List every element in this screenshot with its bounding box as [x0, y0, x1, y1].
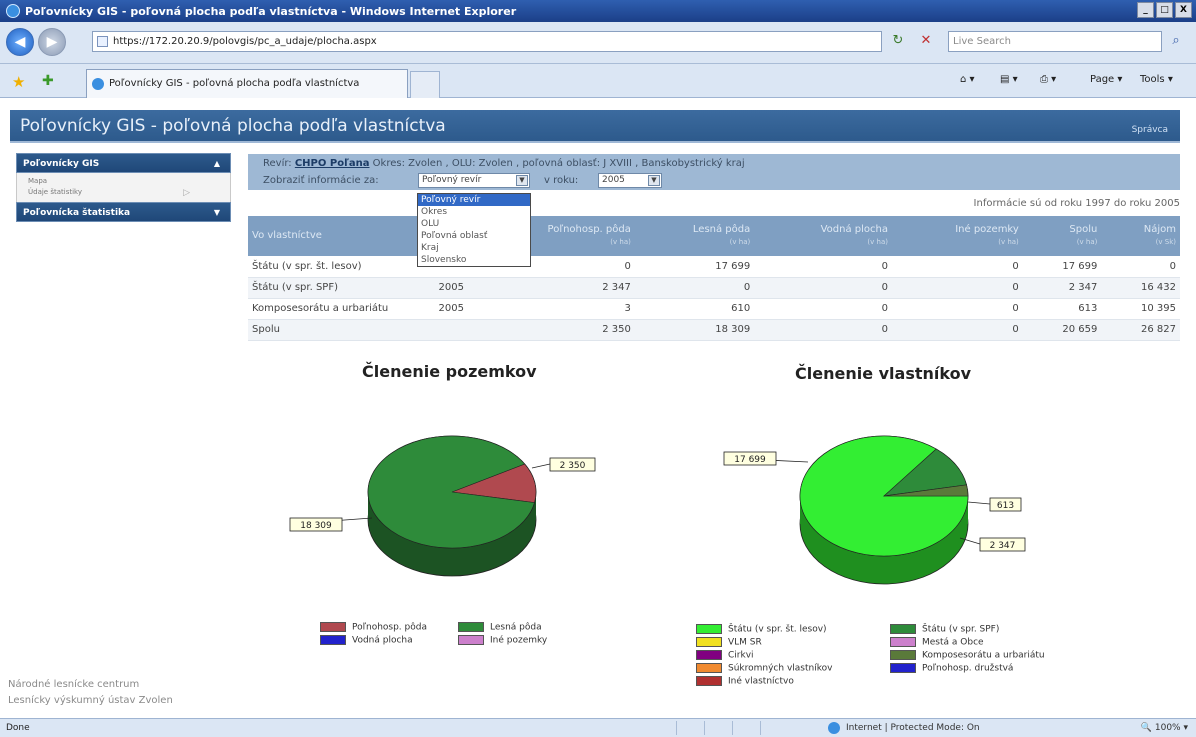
status-bar: Done Internet | Protected Mode: On 🔍 100…: [0, 718, 1196, 737]
legend-item: Vodná plocha: [320, 635, 413, 646]
status-segment: [732, 721, 758, 735]
legend-item: Iné pozemky: [458, 635, 547, 646]
url-text: https://172.20.20.9/polovgis/pc_a_udaje/…: [113, 36, 377, 47]
legend-swatch: [890, 650, 916, 660]
legend-item: VLM SR: [696, 637, 762, 648]
legend-label: Vodná plocha: [352, 635, 413, 646]
legend-item: Lesná pôda: [458, 622, 542, 633]
minimize-button[interactable]: _: [1137, 2, 1154, 18]
maximize-button[interactable]: □: [1156, 2, 1173, 18]
legend-label: Štátu (v spr. SPF): [922, 624, 1000, 635]
legend-item: Komposesorátu a urbariátu: [890, 650, 1045, 661]
legend-label: Poľnohosp. družstvá: [922, 663, 1014, 674]
page-menu[interactable]: Page ▾: [1090, 74, 1122, 85]
dropdown-option[interactable]: Slovensko: [418, 254, 530, 266]
legend-label: Mestá a Obce: [922, 637, 984, 648]
legend-label: Poľnohosp. pôda: [352, 622, 427, 633]
legend-swatch: [890, 637, 916, 647]
legend-swatch: [696, 650, 722, 660]
dropdown-option[interactable]: Poľovný revír: [418, 194, 530, 206]
dropdown-option[interactable]: Poľovná oblasť: [418, 230, 530, 242]
legend-label: Iné pozemky: [490, 635, 548, 646]
address-bar[interactable]: https://172.20.20.9/polovgis/pc_a_udaje/…: [92, 31, 882, 52]
legend-swatch: [890, 624, 916, 634]
stop-icon[interactable]: ✕: [918, 33, 934, 49]
data-label-leader: [531, 463, 551, 469]
legend-item: Cirkvi: [696, 650, 754, 661]
globe-icon: [828, 722, 840, 734]
window-titlebar: Poľovnícky GIS - poľovná plocha podľa vl…: [0, 0, 1196, 22]
forward-button[interactable]: ▶: [38, 28, 66, 56]
feeds-icon[interactable]: ▤ ▾: [1000, 74, 1018, 85]
legend-swatch: [320, 622, 346, 632]
legend-label: Komposesorátu a urbariátu: [922, 650, 1045, 661]
favorites-star-icon[interactable]: ★: [12, 73, 25, 91]
zoom-value: 100%: [1154, 723, 1181, 733]
legend-item: Súkromných vlastníkov: [696, 663, 832, 674]
legend-item: Poľnohosp. družstvá: [890, 663, 1013, 674]
legend-label: Lesná pôda: [490, 622, 542, 633]
security-zone[interactable]: Internet | Protected Mode: On: [828, 719, 980, 737]
ie-logo-icon: [6, 4, 20, 18]
print-icon[interactable]: ⎙ ▾: [1040, 74, 1056, 85]
scope-dropdown-list: Poľovný revír Okres OLU Poľovná oblasť K…: [417, 193, 531, 267]
tools-menu[interactable]: Tools ▾: [1140, 74, 1173, 85]
legend-swatch: [696, 624, 722, 634]
data-label: 2 347: [990, 541, 1016, 551]
legend-swatch: [458, 622, 484, 632]
page-content: Poľovnícky GIS - poľovná plocha podľa vl…: [0, 98, 1196, 718]
status-segment: [760, 721, 786, 735]
pie-charts: 2 350 18 309 17 699 613 2 347: [289, 435, 1026, 585]
dropdown-option[interactable]: Kraj: [418, 242, 530, 254]
legend-label: Súkromných vlastníkov: [728, 663, 833, 674]
legend-label: Štátu (v spr. št. lesov): [728, 624, 827, 635]
status-text: Done: [6, 723, 30, 733]
legend-swatch: [696, 676, 722, 686]
new-tab-button[interactable]: [410, 71, 440, 98]
tab-label: Poľovnícky GIS - poľovná plocha podľa vl…: [109, 78, 360, 89]
back-button[interactable]: ◀: [6, 28, 34, 56]
zone-label: Internet | Protected Mode: On: [846, 723, 980, 733]
dropdown-option[interactable]: OLU: [418, 218, 530, 230]
legend-label: VLM SR: [728, 637, 762, 648]
data-label: 2 350: [560, 461, 586, 471]
zoom-control[interactable]: 🔍 100% ▾: [1141, 719, 1188, 737]
home-icon[interactable]: ⌂ ▾: [960, 74, 975, 85]
data-label: 17 699: [734, 455, 766, 465]
data-label-leader: [967, 501, 991, 505]
tab-toolbar: ★ ✚ Poľovnícky GIS - poľovná plocha podľ…: [0, 64, 1196, 98]
legend-swatch: [890, 663, 916, 673]
address-toolbar: ◀ ▶ https://172.20.20.9/polovgis/pc_a_ud…: [0, 22, 1196, 64]
legend-item: Mestá a Obce: [890, 637, 984, 648]
page-icon: [97, 36, 108, 47]
status-segment: [704, 721, 730, 735]
add-favorites-icon[interactable]: ✚: [42, 73, 54, 89]
close-button[interactable]: X: [1175, 2, 1192, 18]
legend-item: Štátu (v spr. št. lesov): [696, 624, 827, 635]
legend-swatch: [320, 635, 346, 645]
data-label: 613: [997, 501, 1014, 511]
data-label: 18 309: [300, 521, 332, 531]
legend-label: Iné vlastníctvo: [728, 676, 794, 687]
window-title: Poľovnícky GIS - poľovná plocha podľa vl…: [25, 4, 517, 18]
search-icon[interactable]: ⌕: [1168, 33, 1184, 49]
dropdown-option[interactable]: Okres: [418, 206, 530, 218]
legend-swatch: [696, 637, 722, 647]
refresh-icon[interactable]: ↻: [890, 33, 906, 49]
tab-page-icon: [92, 78, 104, 90]
search-input[interactable]: Live Search: [948, 31, 1162, 52]
legend-item: Iné vlastníctvo: [696, 676, 794, 687]
status-segment: [676, 721, 702, 735]
legend-item: Poľnohosp. pôda: [320, 622, 427, 633]
legend-swatch: [458, 635, 484, 645]
legend-item: Štátu (v spr. SPF): [890, 624, 999, 635]
tab-active[interactable]: Poľovnícky GIS - poľovná plocha podľa vl…: [86, 69, 408, 98]
legend-swatch: [696, 663, 722, 673]
legend-label: Cirkvi: [728, 650, 754, 661]
